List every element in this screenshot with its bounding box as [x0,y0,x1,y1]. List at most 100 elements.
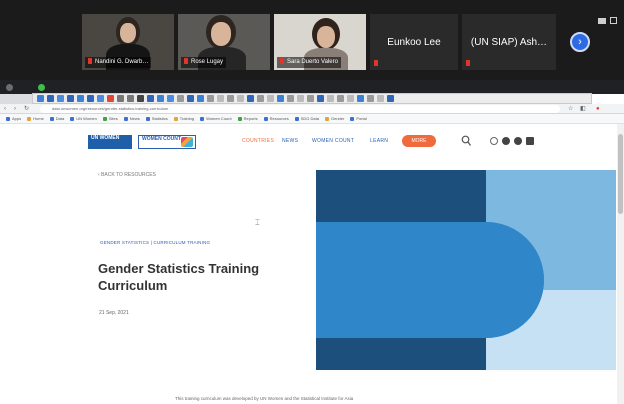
menu-link-learn[interactable]: LEARN [370,138,388,144]
format-tool-icon[interactable] [177,95,184,102]
format-tool-icon[interactable] [197,95,204,102]
bookmark-item[interactable]: Data [49,116,64,121]
bookmark-item[interactable]: Sites [102,116,118,121]
bookmark-item[interactable]: SDG Data [294,116,319,121]
bookmark-item[interactable]: Statistics [145,116,168,121]
search-icon[interactable] [461,135,471,147]
save-tool-icon[interactable] [147,95,154,102]
format-tool-icon[interactable] [267,95,274,102]
more-menu-button[interactable]: MORE [402,135,436,147]
participant-tile-3[interactable]: Sara Duerto Valero [274,14,366,70]
scrollbar-thumb[interactable] [618,134,623,214]
format-tool-icon[interactable] [367,95,374,102]
women-count-logo[interactable]: WOMEN COUNT [138,135,196,149]
bookmark-item[interactable]: Apps [6,116,21,121]
format-tool-icon[interactable] [257,95,264,102]
window-maximize-icon[interactable] [38,84,45,91]
format-tool-icon[interactable] [217,95,224,102]
participant-tile-4[interactable]: Eunkoo Lee [370,14,458,70]
participant-name-3: Sara Duerto Valero [277,57,341,68]
extension-icon[interactable]: ◧ [580,104,586,114]
format-tool-icon[interactable] [337,95,344,102]
bookmark-item[interactable]: News [123,116,140,121]
browser-title-bar [0,80,624,94]
format-tool-icon[interactable] [377,95,384,102]
format-tool-icon[interactable] [347,95,354,102]
format-tool-icon[interactable] [277,95,284,102]
youtube-icon[interactable] [514,137,522,145]
highlighter-tool-icon[interactable] [57,95,64,102]
undo-tool-icon[interactable] [117,95,124,102]
reload-icon[interactable]: ↻ [24,104,29,114]
linkedin-icon[interactable] [526,137,534,145]
redo-tool-icon[interactable] [127,95,134,102]
profile-icon[interactable]: ● [596,104,600,114]
chevron-right-icon: › [578,35,582,48]
muted-mic-icon [374,60,378,66]
url-input[interactable]: data.unwomen.org/resources/gender-statis… [40,105,560,113]
participant-tile-5[interactable]: (UN SIAP) Ash… [462,14,556,70]
zoom-participant-bar: Nandini G. Dwarb… Rose Lugay Sara Duerto… [0,0,624,80]
site-header: UN WOMEN WOMEN COUNT COUNTRIES NEWS WOME… [10,124,616,160]
window-close-icon[interactable] [6,84,13,91]
muted-mic-icon [466,60,470,66]
format-tool-icon[interactable] [307,95,314,102]
bookmark-item[interactable]: Training [173,116,194,121]
web-page: UN WOMEN WOMEN COUNT COUNTRIES NEWS WOME… [10,124,616,404]
address-bar-row: ‹ › ↻ data.unwomen.org/resources/gender-… [0,104,624,114]
eraser-tool-icon[interactable] [97,95,104,102]
format-tool-icon[interactable] [317,95,324,102]
fullscreen-icon[interactable] [610,17,617,24]
format-tool-icon[interactable] [237,95,244,102]
bookmark-item[interactable]: Resources [263,116,289,121]
star-icon[interactable]: ☆ [568,104,573,114]
participant-name-1: Nandini G. Dwarb… [85,57,152,68]
back-icon[interactable]: ‹ [4,104,6,114]
facebook-icon[interactable] [502,137,510,145]
clear-tool-icon[interactable] [137,95,144,102]
bookmark-item[interactable]: Reports [237,116,258,121]
menu-link-women-count[interactable]: WOMEN COUNT [312,138,354,144]
arrow-tool-icon[interactable] [67,95,74,102]
format-tool-icon[interactable] [357,95,364,102]
back-to-resources-link[interactable]: ‹ BACK TO RESOURCES [98,172,156,178]
un-women-logo[interactable]: UN WOMEN [88,135,132,149]
forward-icon[interactable]: › [14,104,16,114]
bookmark-item[interactable]: Women Count [200,116,232,121]
breadcrumb[interactable]: GENDER STATISTICS | CURRICULUM TRAINING [100,240,210,245]
format-tool-icon[interactable] [327,95,334,102]
participant-name-5: (UN SIAP) Ash… [470,36,548,48]
shape-tool-icon[interactable] [77,95,84,102]
publication-date: 21 Sep, 2021 [99,310,129,316]
color-tool-icon[interactable] [107,95,114,102]
browser-tab-strip[interactable] [0,94,32,104]
text-tool-icon[interactable] [87,95,94,102]
pen-tool-icon[interactable] [47,95,54,102]
format-tool-icon[interactable] [387,95,394,102]
menu-link-countries[interactable]: COUNTRIES [242,138,274,144]
bookmark-item[interactable]: UN Women [70,116,97,121]
format-tool-icon[interactable] [247,95,254,102]
intro-paragraph: This training curriculum was developed b… [175,396,354,401]
hero-illustration [316,170,616,370]
bookmark-item[interactable]: Portal [350,116,367,121]
format-tool-icon[interactable] [187,95,194,102]
menu-link-news[interactable]: NEWS [282,138,298,144]
bookmark-item[interactable]: Gender [324,116,344,121]
stamp-tool-icon[interactable] [157,95,164,102]
spotlight-tool-icon[interactable] [167,95,174,102]
bookmark-item[interactable]: Home [27,116,44,121]
mouse-cursor-icon: ⌶ [255,218,260,227]
gallery-view-icon[interactable] [598,18,606,24]
format-tool-icon[interactable] [297,95,304,102]
participant-tile-2[interactable]: Rose Lugay [178,14,270,70]
bookmarks-bar: Apps Home Data UN Women Sites News Stati… [0,114,624,124]
next-participants-button[interactable]: › [570,32,590,52]
participant-tile-1[interactable]: Nandini G. Dwarb… [82,14,174,70]
participant-name-4: Eunkoo Lee [387,36,441,48]
twitter-icon[interactable] [490,137,498,145]
format-tool-icon[interactable] [207,95,214,102]
format-tool-icon[interactable] [287,95,294,102]
format-tool-icon[interactable] [227,95,234,102]
mouse-tool-icon[interactable] [37,95,44,102]
